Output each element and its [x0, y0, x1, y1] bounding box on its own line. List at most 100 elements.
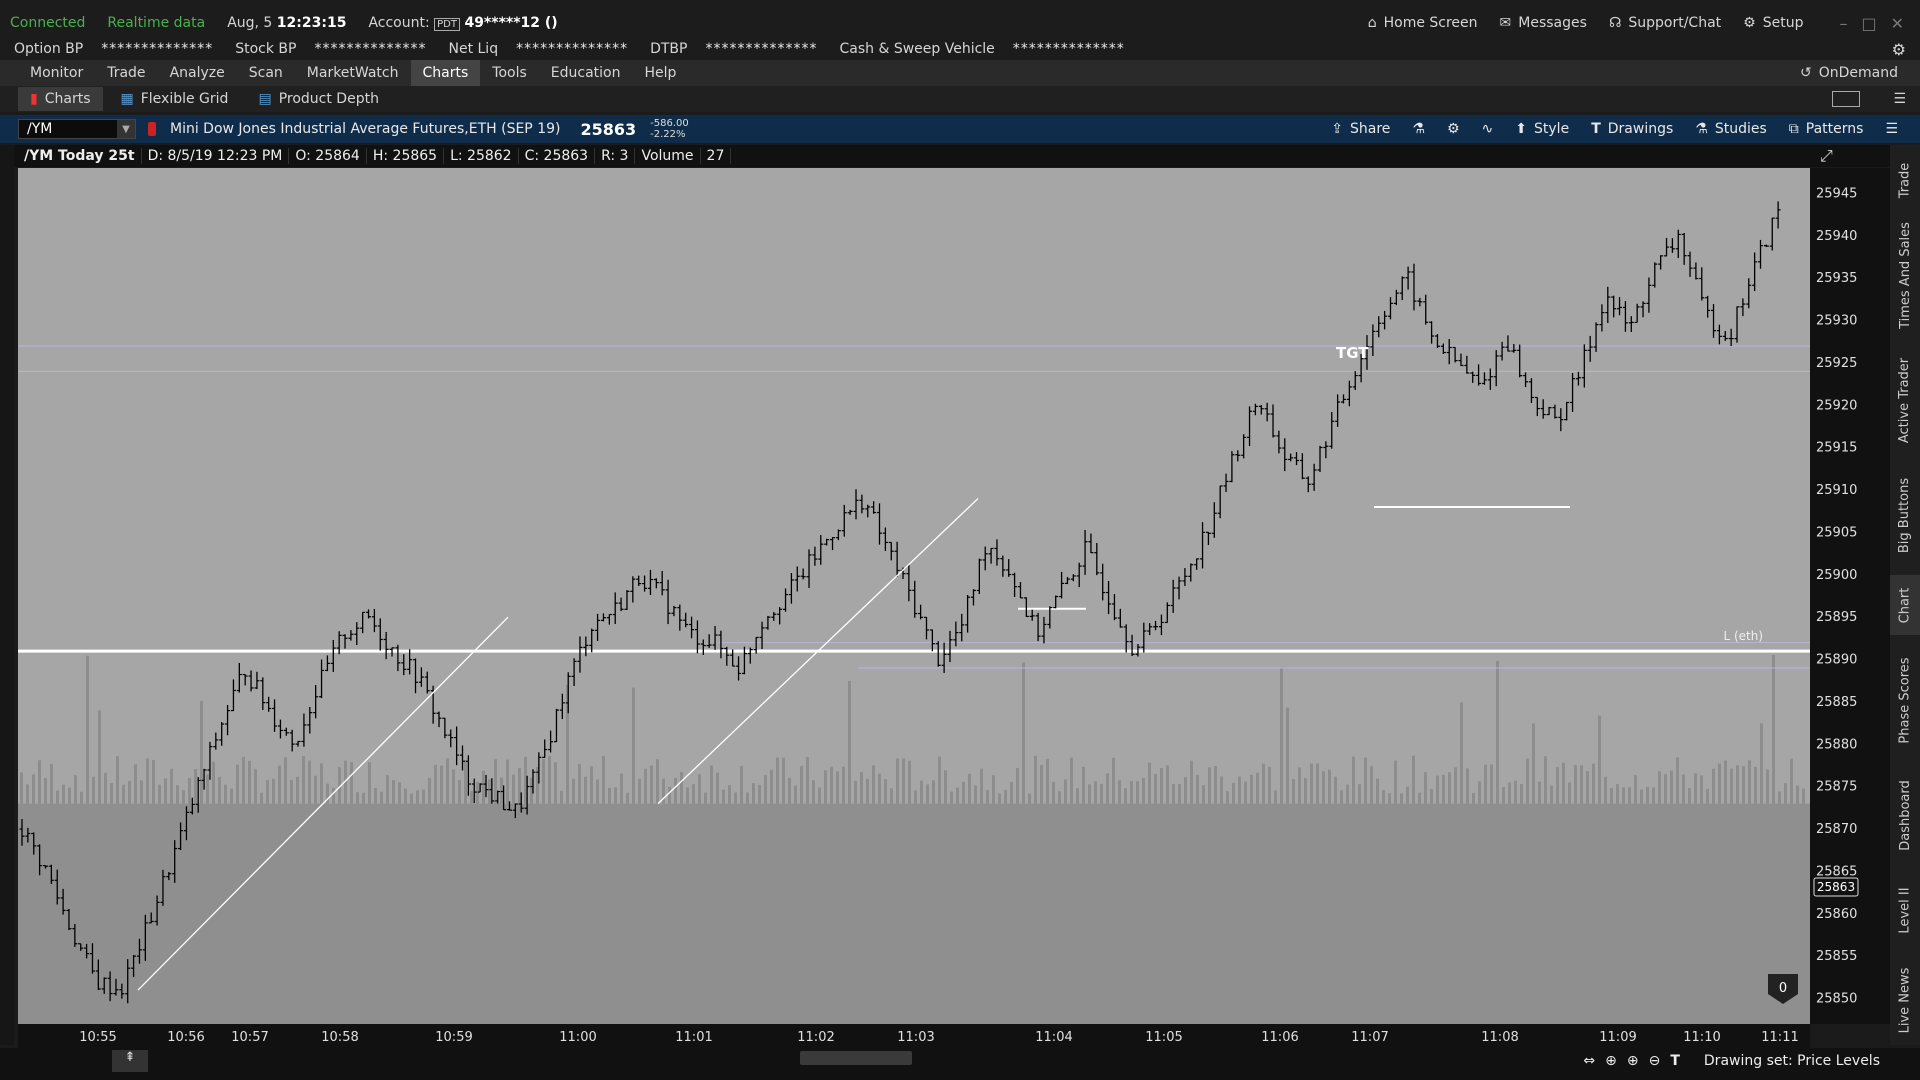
volume-bar — [1742, 766, 1745, 804]
account-selector[interactable]: Account: PDT 49*****12 () — [368, 15, 558, 31]
layout-icon[interactable] — [1832, 91, 1860, 107]
price-chart[interactable]: TGT L (eth) 0 — [18, 168, 1810, 1024]
maximize-icon[interactable]: □ — [1861, 14, 1876, 33]
side-tab-level-ii[interactable]: Level II — [1890, 875, 1920, 945]
x-tick-label: 11:02 — [797, 1030, 834, 1045]
volume-bar — [446, 758, 449, 804]
volume-bar — [1400, 793, 1403, 804]
x-tick-label: 11:11 — [1761, 1030, 1798, 1045]
menu-tools[interactable]: Tools — [480, 60, 539, 86]
subtab-flexible-grid-label: Flexible Grid — [140, 91, 229, 107]
expand-chart-icon[interactable]: ⤢ — [1820, 146, 1833, 166]
menu-trade[interactable]: Trade — [95, 60, 157, 86]
option-bp-value: ************** — [101, 41, 214, 57]
volume-bar — [1262, 763, 1265, 804]
volume-bar — [686, 787, 689, 804]
y-tick-label: 25850 — [1816, 992, 1857, 1007]
volume-bar — [860, 772, 863, 804]
style-button[interactable]: ⬆ Style — [1515, 121, 1569, 137]
menu-charts[interactable]: Charts — [410, 60, 481, 86]
chart-header: /YM ▼ Mini Dow Jones Industrial Average … — [0, 115, 1920, 143]
messages-button[interactable]: ✉ Messages — [1500, 15, 1587, 31]
symbol-selector[interactable]: /YM ▼ — [18, 119, 136, 139]
left-collapse-strip[interactable] — [0, 145, 14, 1045]
volume-bar — [1418, 792, 1421, 804]
side-tab-big-buttons[interactable]: Big Buttons — [1890, 465, 1920, 565]
change-net: -586.00 — [650, 118, 689, 129]
share-button[interactable]: ⇪ Share — [1331, 121, 1390, 137]
chart-settings-button[interactable]: ⚙ — [1447, 121, 1460, 137]
ondemand-button[interactable]: ↺ OnDemand — [1800, 65, 1898, 81]
menu-scan[interactable]: Scan — [237, 60, 295, 86]
volume-bar — [632, 687, 635, 804]
info-date: D: 8/5/19 12:23 PM — [142, 148, 290, 164]
depth-icon: ▤ — [258, 91, 272, 107]
zoom-in-icon[interactable]: ⊕ — [1627, 1053, 1639, 1069]
menu-education[interactable]: Education — [539, 60, 633, 86]
side-tab-chart[interactable]: Chart — [1890, 575, 1920, 635]
volume-bar — [842, 766, 845, 804]
side-tab-trade[interactable]: Trade — [1890, 155, 1920, 205]
pan-icon[interactable]: ⇔ — [1583, 1053, 1595, 1069]
side-tab-live-news[interactable]: Live News — [1890, 955, 1920, 1045]
option-bp-label[interactable]: Option BP — [14, 41, 83, 57]
crosshair-icon[interactable]: ⊕ — [1605, 1053, 1617, 1069]
side-tab-dashboard[interactable]: Dashboard — [1890, 765, 1920, 865]
side-tab-chart-label: Chart — [1897, 587, 1913, 623]
symbol-input[interactable]: /YM — [27, 121, 52, 137]
subtab-charts[interactable]: ▮ Charts — [18, 87, 103, 111]
zoom-out-icon[interactable]: ⊖ — [1649, 1053, 1661, 1069]
time-axis[interactable]: 10:55 10:56 10:57 10:58 10:59 11:00 11:01 11:02… — [18, 1024, 1810, 1048]
subtab-flexible-grid[interactable]: ▦ Flexible Grid — [109, 87, 241, 111]
chevron-down-icon[interactable]: ▼ — [117, 120, 135, 138]
y-tick-label: 25905 — [1816, 525, 1857, 540]
volume-bar — [1082, 766, 1085, 804]
volume-bar — [1226, 791, 1229, 804]
volume-bar — [1364, 757, 1367, 804]
minimize-icon[interactable]: – — [1839, 14, 1847, 33]
menu-help[interactable]: Help — [632, 60, 688, 86]
y-tick-label: 25865 — [1816, 864, 1857, 879]
y-tick-label: 25885 — [1816, 695, 1857, 710]
chart-scrollbar[interactable] — [800, 1051, 912, 1065]
setup-button[interactable]: ⚙ Setup — [1743, 15, 1803, 31]
volume-bar — [1118, 780, 1121, 804]
collapse-up-icon[interactable]: ⇞ — [112, 1050, 148, 1072]
info-high: H: 25865 — [367, 148, 445, 164]
chart-title: /YM Today 25t — [18, 148, 142, 164]
settings-gear-icon[interactable]: ⚙ — [1892, 40, 1906, 59]
support-chat-button[interactable]: ☊ Support/Chat — [1609, 15, 1721, 31]
drawing-set-label[interactable]: Drawing set: Price Levels — [1704, 1053, 1880, 1069]
drawings-button[interactable]: T Drawings — [1591, 121, 1673, 137]
wave-button[interactable]: ∿ — [1482, 121, 1494, 137]
volume-bar — [1124, 788, 1127, 804]
volume-bar — [74, 775, 77, 804]
price-axis[interactable]: 25945 25940 25935 25930 25925 25920 25915 25910… — [1810, 168, 1890, 1024]
volume-bar — [1328, 769, 1331, 804]
volume-bar — [1772, 654, 1775, 804]
side-tab-times-and-sales[interactable]: Times And Sales — [1890, 215, 1920, 335]
volume-bar — [86, 655, 89, 804]
header-menu-icon[interactable]: ☰ — [1885, 121, 1898, 137]
flask-button[interactable]: ⚗ — [1412, 121, 1425, 137]
volume-bar — [182, 790, 185, 804]
text-tool-icon[interactable]: T — [1670, 1053, 1680, 1069]
menu-marketwatch[interactable]: MarketWatch — [295, 60, 411, 86]
subtab-product-depth[interactable]: ▤ Product Depth — [246, 87, 390, 111]
side-tab-live-news-label: Live News — [1897, 967, 1913, 1033]
menu-analyze[interactable]: Analyze — [158, 60, 237, 86]
patterns-button[interactable]: ⧉ Patterns — [1789, 121, 1864, 137]
menu-monitor[interactable]: Monitor — [18, 60, 95, 86]
price-change: -586.00 -2.22% — [650, 118, 689, 140]
menu-lines-icon[interactable]: ☰ — [1893, 91, 1906, 107]
close-icon[interactable]: ✕ — [1891, 14, 1904, 33]
volume-bar — [1568, 782, 1571, 804]
home-screen-button[interactable]: ⌂ Home Screen — [1368, 15, 1478, 31]
volume-bar — [788, 777, 791, 804]
y-tick-label: 25930 — [1816, 314, 1857, 329]
volume-bar — [224, 784, 227, 804]
flag-icon[interactable] — [148, 122, 156, 136]
studies-button[interactable]: ⚗ Studies — [1695, 121, 1767, 137]
side-tab-phase-scores[interactable]: Phase Scores — [1890, 645, 1920, 755]
side-tab-active-trader[interactable]: Active Trader — [1890, 345, 1920, 455]
